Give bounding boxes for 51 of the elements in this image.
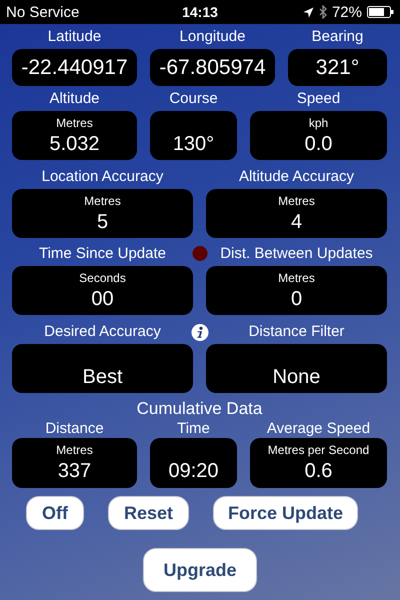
- bluetooth-icon: [318, 5, 327, 19]
- readout-value: 0: [290, 287, 302, 312]
- field-label: Location Accuracy: [42, 168, 164, 185]
- unit-label: kph: [308, 115, 328, 131]
- readout-value: 337: [58, 459, 92, 484]
- field-label: Altitude: [49, 90, 100, 107]
- readout-value: 321°: [316, 54, 360, 80]
- section-title: Cumulative Data: [136, 398, 264, 419]
- field-label: Latitude: [48, 28, 102, 45]
- status-light-icon: [192, 246, 207, 261]
- unit-label: Metres per Second: [268, 442, 370, 458]
- location-arrow-icon: [302, 6, 314, 18]
- field-label: Longitude: [180, 28, 246, 45]
- readout-value: None: [272, 365, 320, 390]
- readout-value: 5.032: [49, 132, 100, 157]
- info-button[interactable]: [191, 324, 208, 341]
- field-label: Desired Accuracy: [44, 323, 161, 340]
- action-button[interactable]: Off: [26, 496, 84, 530]
- field-label: Time: [177, 420, 210, 437]
- field-label: Distance Filter: [248, 323, 344, 340]
- readout-value: 0.0: [304, 132, 332, 157]
- action-button[interactable]: Reset: [108, 496, 190, 530]
- field-label: Bearing: [312, 28, 364, 45]
- field-label: Distance: [45, 420, 104, 437]
- action-button[interactable]: Force Update: [213, 496, 358, 530]
- unit-label: Metres: [56, 442, 93, 458]
- battery-percent: 72%: [332, 4, 362, 20]
- unit-label: Metres: [278, 270, 315, 286]
- status-time: 14:13: [182, 4, 218, 20]
- readout-value: 5: [96, 210, 108, 235]
- unit-label: Metres: [56, 115, 93, 131]
- carrier-text: No Service: [6, 4, 80, 20]
- readout-value: 0.6: [304, 459, 332, 484]
- readout-value: 4: [290, 210, 302, 235]
- readout-value: 130°: [172, 132, 214, 157]
- readout-value: 00: [91, 287, 114, 312]
- field-label: Altitude Accuracy: [238, 168, 354, 185]
- field-label: Course: [169, 90, 218, 107]
- readout-value: -67.805974: [159, 54, 266, 80]
- field-label: Average Speed: [266, 420, 370, 437]
- unit-label: Metres: [84, 193, 121, 209]
- readout-value: Best: [82, 365, 123, 390]
- field-label: Speed: [296, 90, 340, 107]
- readout-value: -22.440917: [21, 54, 128, 80]
- readout-value: 09:20: [168, 459, 219, 484]
- unit-label: Seconds: [79, 270, 126, 286]
- upgrade-button[interactable]: Upgrade: [143, 548, 256, 592]
- field-label: Time Since Update: [38, 245, 166, 262]
- field-label: Dist. Between Updates: [220, 245, 373, 262]
- battery-icon: [367, 6, 394, 18]
- unit-label: Metres: [278, 193, 315, 209]
